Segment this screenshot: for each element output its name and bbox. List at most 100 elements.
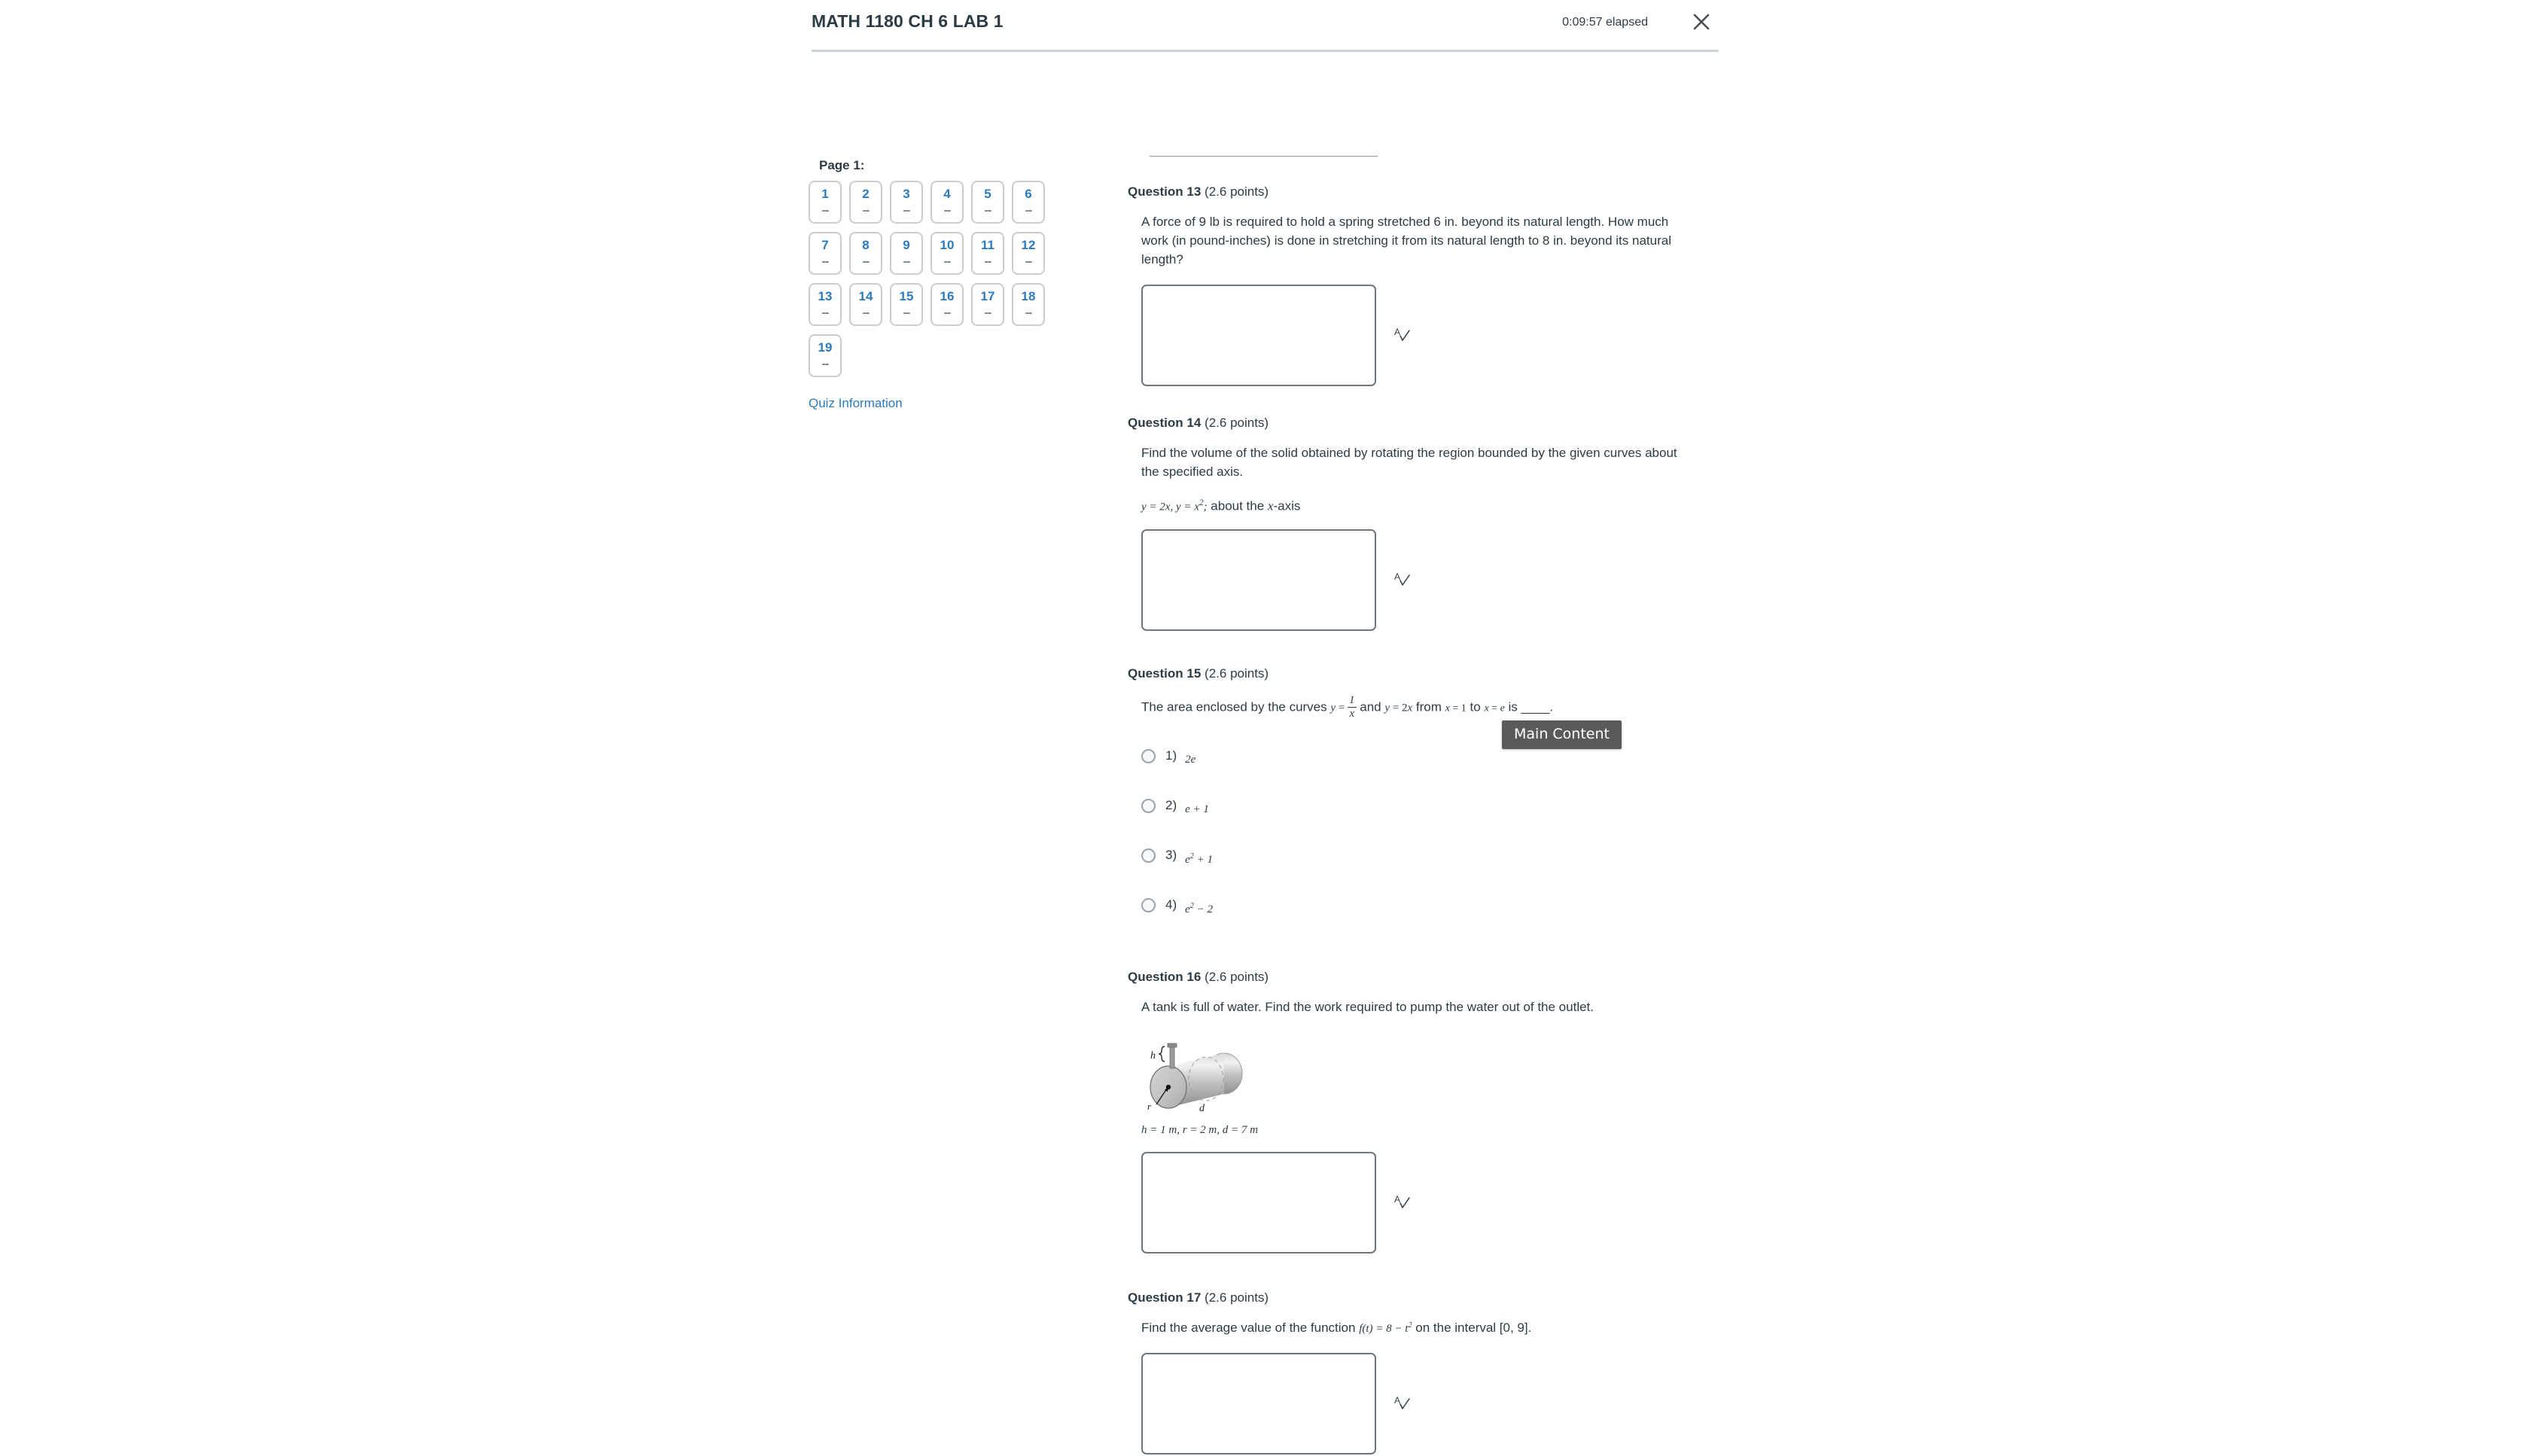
question-13-answer-input[interactable] bbox=[1141, 284, 1376, 386]
question-16-answer-input[interactable] bbox=[1141, 1151, 1376, 1253]
question-nav-button-8[interactable]: 8 -- bbox=[849, 232, 882, 275]
question-15-from-word: from bbox=[1415, 699, 1442, 714]
radio-button-icon[interactable] bbox=[1141, 848, 1156, 863]
close-icon bbox=[1693, 14, 1710, 30]
question-nav-status: -- bbox=[943, 203, 952, 217]
question-15-mid: and bbox=[1360, 699, 1381, 714]
option-value: 2e bbox=[1185, 753, 1196, 766]
option-value: e2 − 2 bbox=[1185, 901, 1214, 915]
question-nav-status: -- bbox=[903, 306, 911, 319]
question-17-answer-input[interactable] bbox=[1141, 1352, 1376, 1454]
question-nav-status: -- bbox=[821, 254, 830, 268]
svg-text:A: A bbox=[1394, 327, 1400, 337]
question-15-tail: is ____. bbox=[1508, 699, 1554, 714]
question-13-points: (2.6 points) bbox=[1205, 184, 1269, 199]
question-13-label: Question 13 bbox=[1128, 184, 1202, 199]
svg-text:A: A bbox=[1394, 1194, 1400, 1205]
question-nav-button-11[interactable]: 11 -- bbox=[971, 232, 1004, 275]
question-15-option-2[interactable]: 2) e + 1 bbox=[1141, 798, 1730, 815]
question-17-prompt: Find the average value of the function f… bbox=[1141, 1319, 1691, 1338]
question-nav-number: 14 bbox=[858, 289, 873, 304]
question-13-block: Question 13 (2.6 points) A force of 9 lb… bbox=[1128, 184, 1730, 386]
question-nav-number: 1 bbox=[821, 187, 829, 202]
radio-button-icon[interactable] bbox=[1141, 748, 1156, 763]
spellcheck-icon[interactable]: A bbox=[1393, 570, 1412, 589]
question-14-answer-input[interactable] bbox=[1141, 528, 1376, 631]
question-nav-button-5[interactable]: 5 -- bbox=[971, 181, 1004, 224]
spellcheck-icon[interactable]: A bbox=[1393, 1394, 1412, 1413]
question-nav-button-18[interactable]: 18 -- bbox=[1012, 283, 1045, 326]
question-nav-number: 7 bbox=[821, 238, 829, 253]
radio-button-icon[interactable] bbox=[1141, 798, 1156, 813]
question-nav-status: -- bbox=[943, 254, 952, 268]
close-button[interactable] bbox=[1689, 9, 1714, 35]
question-nav-button-14[interactable]: 14 -- bbox=[849, 283, 882, 326]
radio-button-icon[interactable] bbox=[1141, 897, 1156, 912]
question-16-text: A tank is full of water. Find the work r… bbox=[1141, 1000, 1594, 1014]
question-17-header: Question 17 (2.6 points) bbox=[1128, 1290, 1730, 1305]
question-14-formula: y = 2x, y = x2; about the x-axis bbox=[1141, 498, 1301, 513]
question-15-option-1[interactable]: 1) 2e bbox=[1141, 748, 1730, 766]
question-nav-status: -- bbox=[903, 254, 911, 268]
question-nav-button-19[interactable]: 19 -- bbox=[809, 334, 842, 377]
question-nav-button-3[interactable]: 3 -- bbox=[890, 181, 923, 224]
question-nav-status: -- bbox=[862, 306, 870, 319]
question-14-text: Find the volume of the solid obtained by… bbox=[1141, 446, 1677, 479]
quiz-information-link[interactable]: Quiz Information bbox=[809, 396, 1107, 411]
question-nav-button-7[interactable]: 7 -- bbox=[809, 232, 842, 275]
question-button-grid: 1 -- 2 -- 3 -- 4 -- 5 -- 6 -- 7 -- 8 -- … bbox=[806, 181, 1078, 385]
question-nav-status: -- bbox=[984, 203, 992, 217]
question-nav-button-12[interactable]: 12 -- bbox=[1012, 232, 1045, 275]
question-nav-status: -- bbox=[1025, 254, 1033, 268]
question-nav-status: -- bbox=[1025, 203, 1033, 217]
question-14-header: Question 14 (2.6 points) bbox=[1128, 416, 1730, 431]
spellcheck-icon[interactable]: A bbox=[1393, 325, 1412, 345]
question-nav-number: 9 bbox=[903, 238, 910, 253]
question-nav-button-17[interactable]: 17 -- bbox=[971, 283, 1004, 326]
elapsed-timer: 0:09:57 elapsed bbox=[1562, 16, 1648, 29]
svg-text:h: h bbox=[1150, 1050, 1156, 1062]
question-15-label: Question 15 bbox=[1128, 666, 1202, 681]
question-15-options: 1) 2e 2) e + 1 3) e2 + 1 4) e2 − 2 bbox=[1141, 748, 1730, 915]
question-nav-status: -- bbox=[943, 306, 952, 319]
question-nav-button-1[interactable]: 1 -- bbox=[809, 181, 842, 224]
question-16-dimensions: h = 1 m, r = 2 m, d = 7 m bbox=[1141, 1123, 1258, 1136]
option-index: 3) bbox=[1165, 848, 1177, 862]
question-nav-status: -- bbox=[821, 203, 830, 217]
question-15-points: (2.6 points) bbox=[1205, 666, 1269, 681]
option-value: e2 + 1 bbox=[1185, 851, 1214, 866]
quiz-page: MATH 1180 CH 6 LAB 1 0:09:57 elapsed Pag… bbox=[0, 0, 2522, 1456]
question-nav-button-2[interactable]: 2 -- bbox=[849, 181, 882, 224]
question-13-header: Question 13 (2.6 points) bbox=[1128, 184, 1730, 200]
question-nav-button-15[interactable]: 15 -- bbox=[890, 283, 923, 326]
question-nav-button-6[interactable]: 6 -- bbox=[1012, 181, 1045, 224]
question-17-block: Question 17 (2.6 points) Find the averag… bbox=[1128, 1290, 1730, 1454]
question-15-option-4[interactable]: 4) e2 − 2 bbox=[1141, 897, 1730, 915]
question-17-label: Question 17 bbox=[1128, 1290, 1202, 1305]
question-nav-number: 8 bbox=[862, 238, 870, 253]
question-nav-number: 6 bbox=[1025, 187, 1032, 202]
question-nav-button-10[interactable]: 10 -- bbox=[931, 232, 964, 275]
option-index: 2) bbox=[1165, 798, 1177, 812]
spellcheck-icon[interactable]: A bbox=[1393, 1193, 1412, 1212]
question-15-option-3[interactable]: 3) e2 + 1 bbox=[1141, 848, 1730, 866]
question-nav-number: 3 bbox=[903, 187, 910, 202]
question-17-tail: on the interval [0, 9]. bbox=[1415, 1320, 1532, 1335]
question-17-answer-row: A bbox=[1141, 1352, 1730, 1454]
question-nav-number: 12 bbox=[1021, 238, 1036, 253]
main-content-tooltip: Main Content bbox=[1502, 720, 1622, 749]
question-nav-button-9[interactable]: 9 -- bbox=[890, 232, 923, 275]
question-14-label: Question 14 bbox=[1128, 416, 1202, 430]
question-nav-button-13[interactable]: 13 -- bbox=[809, 283, 842, 326]
question-nav-button-16[interactable]: 16 -- bbox=[931, 283, 964, 326]
question-nav-button-4[interactable]: 4 -- bbox=[931, 181, 964, 224]
question-17-points: (2.6 points) bbox=[1205, 1290, 1269, 1305]
question-nav-status: -- bbox=[903, 203, 911, 217]
question-nav-status: -- bbox=[862, 203, 870, 217]
question-17-formula: f(t) = 8 − t2 bbox=[1359, 1321, 1412, 1335]
option-index: 1) bbox=[1165, 748, 1177, 763]
question-nav-status: -- bbox=[1025, 306, 1033, 319]
page-title: MATH 1180 CH 6 LAB 1 bbox=[812, 11, 1004, 31]
question-nav-status: -- bbox=[821, 306, 830, 319]
question-nav-number: 16 bbox=[940, 289, 955, 304]
